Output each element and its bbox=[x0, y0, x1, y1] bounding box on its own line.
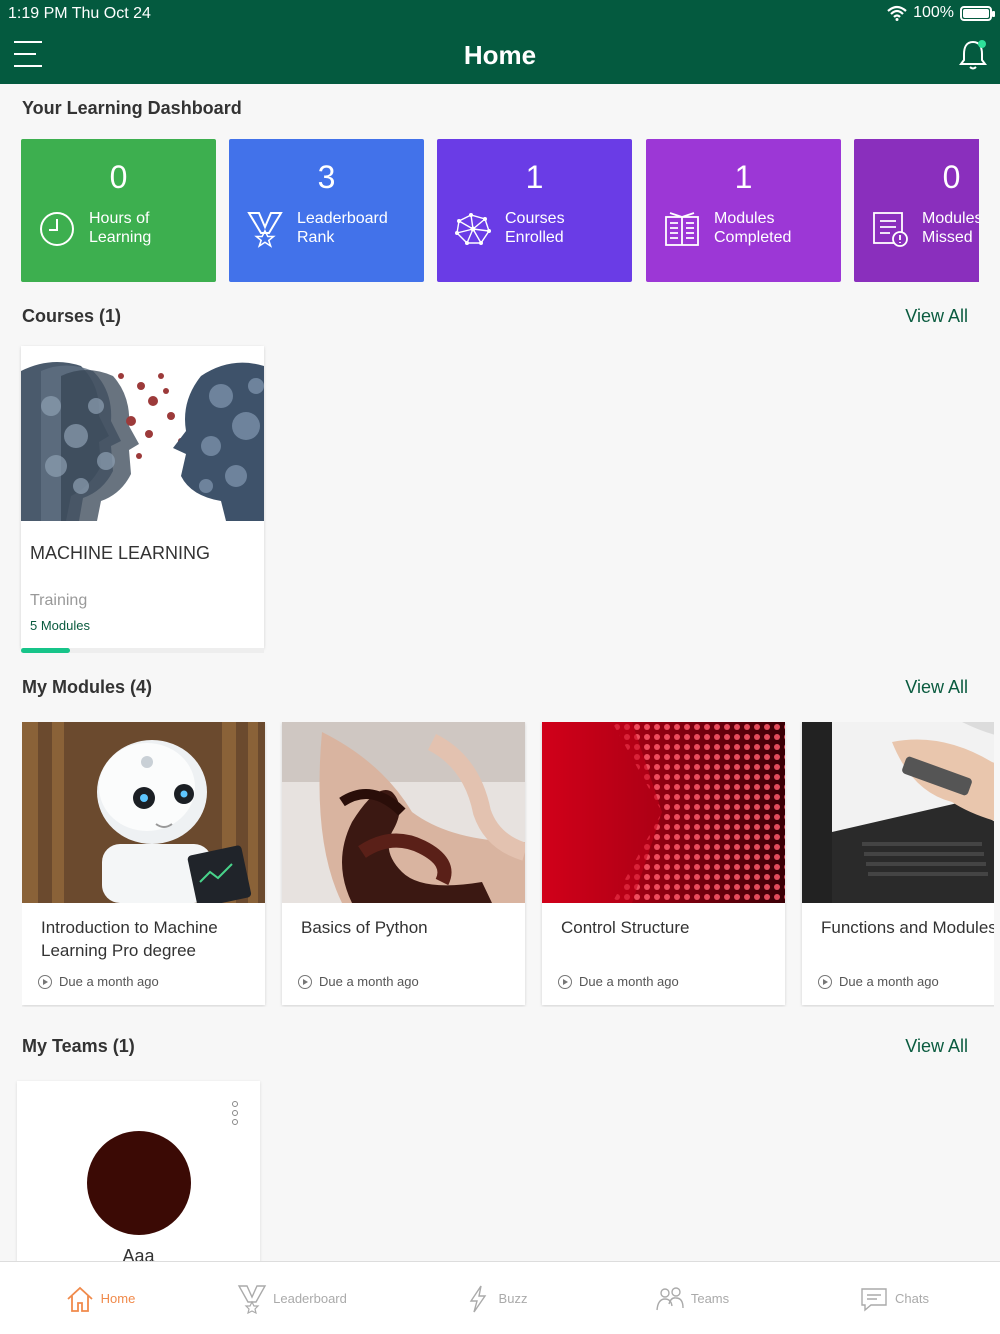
clock-icon bbox=[40, 212, 74, 246]
play-circle-icon bbox=[558, 974, 572, 989]
stat-value: 1 bbox=[525, 159, 544, 195]
courses-title: Courses (1) bbox=[22, 306, 122, 326]
network-icon bbox=[455, 213, 491, 245]
modules-view-all-link[interactable]: View All bbox=[905, 677, 968, 698]
tab-label: Buzz bbox=[498, 1291, 528, 1306]
play-circle-icon bbox=[298, 974, 312, 989]
courses-view-all-link[interactable]: View All bbox=[905, 306, 968, 327]
more-options-icon[interactable] bbox=[232, 1101, 240, 1127]
book-icon bbox=[665, 212, 699, 246]
course-card[interactable]: MACHINE LEARNING Training 5 Modules bbox=[21, 346, 264, 648]
stat-label: Enrolled bbox=[505, 229, 564, 246]
module-due-text: Due a month ago bbox=[59, 974, 159, 989]
module-due-text: Due a month ago bbox=[319, 974, 419, 989]
wifi-icon bbox=[887, 5, 907, 21]
stat-value: 0 bbox=[109, 159, 128, 195]
course-progress-fill bbox=[21, 648, 70, 653]
module-due: Due a month ago bbox=[38, 974, 159, 989]
course-progress-bar bbox=[21, 648, 264, 653]
tab-home[interactable]: Home bbox=[0, 1262, 200, 1334]
stat-courses-enrolled[interactable]: 1 Courses Enrolled bbox=[437, 139, 632, 282]
app-header: Home bbox=[0, 28, 1000, 84]
bottom-tab-bar: Home Leaderboard Buzz Teams Chats bbox=[0, 1261, 1000, 1334]
stat-value: 0 bbox=[942, 159, 961, 195]
stat-label: Completed bbox=[714, 229, 792, 246]
alert-doc-icon bbox=[873, 212, 908, 247]
stat-value: 1 bbox=[734, 159, 753, 195]
medal-icon bbox=[247, 212, 283, 248]
tab-label: Home bbox=[100, 1291, 136, 1306]
module-image bbox=[802, 722, 994, 903]
teams-view-all-link[interactable]: View All bbox=[905, 1036, 968, 1057]
status-time: 1:19 PM Thu Oct 24 bbox=[8, 5, 151, 22]
stat-label: Missed bbox=[922, 229, 973, 246]
module-due-text: Due a month ago bbox=[579, 974, 679, 989]
module-card[interactable]: Control Structure Due a month ago bbox=[542, 722, 785, 1005]
battery-icon bbox=[960, 5, 995, 21]
bolt-icon bbox=[469, 1285, 486, 1312]
stat-label: Rank bbox=[297, 229, 335, 246]
module-due-text: Due a month ago bbox=[839, 974, 939, 989]
module-image bbox=[542, 722, 785, 903]
tab-leaderboard[interactable]: Leaderboard bbox=[192, 1262, 392, 1334]
stat-modules-missed[interactable]: 0 Modules Missed bbox=[854, 139, 979, 282]
notification-bell-icon[interactable] bbox=[958, 38, 988, 72]
chat-icon bbox=[861, 1287, 887, 1311]
modules-title: My Modules (4) bbox=[22, 677, 153, 697]
teams-title: My Teams (1) bbox=[22, 1036, 135, 1056]
tab-buzz[interactable]: Buzz bbox=[395, 1262, 595, 1334]
stat-label: Modules bbox=[714, 210, 775, 227]
team-card[interactable]: Aaa bbox=[17, 1081, 260, 1281]
modules-row: Introduction to Machine Learning Pro deg… bbox=[22, 722, 994, 1007]
module-title: Functions and Modules bbox=[821, 918, 994, 937]
stat-hours-learning[interactable]: 0 Hours of Learning bbox=[21, 139, 216, 282]
module-due: Due a month ago bbox=[298, 974, 419, 989]
status-bar: 1:19 PM Thu Oct 24 100% bbox=[0, 0, 1000, 28]
module-title: Control Structure bbox=[561, 918, 690, 937]
dashboard-title: Your Learning Dashboard bbox=[22, 98, 242, 118]
module-image bbox=[282, 722, 525, 903]
module-image bbox=[22, 722, 265, 903]
tab-label: Chats bbox=[895, 1291, 929, 1306]
stat-label: Courses bbox=[505, 210, 565, 227]
tab-label: Teams bbox=[690, 1291, 730, 1306]
page-title: Home bbox=[463, 40, 537, 70]
module-card[interactable]: Basics of Python Due a month ago bbox=[282, 722, 525, 1005]
play-circle-icon bbox=[818, 974, 832, 989]
play-circle-icon bbox=[38, 974, 52, 989]
people-icon bbox=[656, 1286, 684, 1310]
module-due: Due a month ago bbox=[818, 974, 939, 989]
home-icon bbox=[67, 1286, 93, 1312]
team-avatar bbox=[87, 1131, 191, 1235]
stat-label: Leaderboard bbox=[297, 210, 388, 227]
course-type: Training bbox=[30, 592, 88, 609]
stat-value: 3 bbox=[317, 159, 336, 195]
tab-teams[interactable]: Teams bbox=[592, 1262, 792, 1334]
module-card[interactable]: Introduction to Machine Learning Pro deg… bbox=[22, 722, 265, 1005]
course-name: MACHINE LEARNING bbox=[30, 543, 211, 563]
tab-label: Leaderboard bbox=[273, 1291, 347, 1306]
stat-label: Learning bbox=[89, 229, 152, 246]
module-due: Due a month ago bbox=[558, 974, 679, 989]
stat-modules-completed[interactable]: 1 Modules Completed bbox=[646, 139, 841, 282]
stat-leaderboard-rank[interactable]: 3 Leaderboard Rank bbox=[229, 139, 424, 282]
tab-chats[interactable]: Chats bbox=[794, 1262, 994, 1334]
module-card[interactable]: Functions and Modules Due a month ago bbox=[802, 722, 994, 1005]
medal-icon bbox=[237, 1284, 267, 1314]
stats-row: 0 Hours of Learning 3 Leaderboard Rank 1 C… bbox=[21, 139, 979, 282]
course-image bbox=[21, 346, 264, 523]
module-title: Basics of Python bbox=[301, 918, 428, 937]
battery-percent: 100% bbox=[913, 4, 954, 21]
course-module-count: 5 Modules bbox=[30, 618, 90, 633]
module-title: Introduction to Machine Learning Pro deg… bbox=[41, 918, 218, 960]
stat-label: Modules bbox=[922, 210, 979, 227]
stat-label: Hours of bbox=[89, 210, 150, 227]
